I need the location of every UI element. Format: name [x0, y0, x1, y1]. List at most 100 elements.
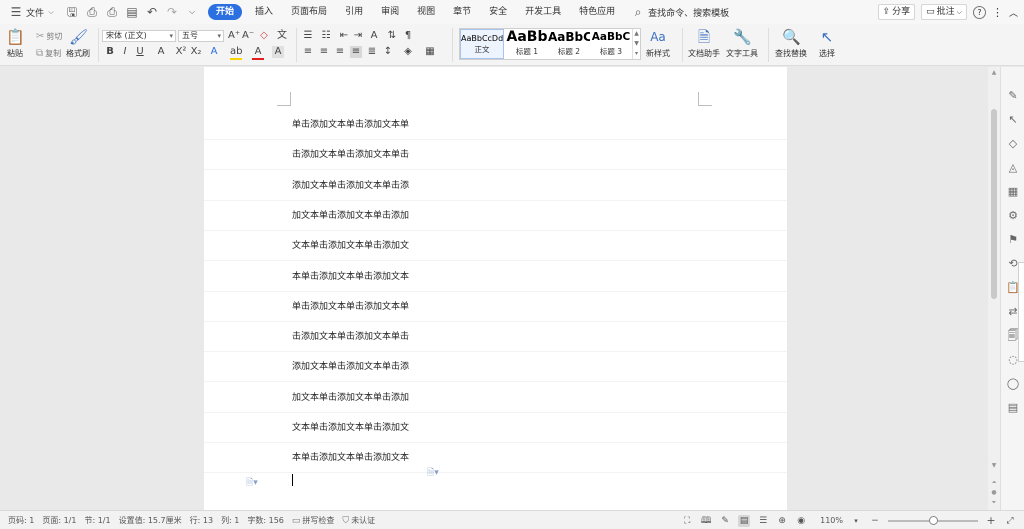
document-page[interactable]	[204, 67, 787, 510]
document-text-line[interactable]: 击添加文本单击添加文本单击	[292, 147, 409, 160]
pen-mode-icon[interactable]: ✎	[719, 515, 731, 527]
underline-icon[interactable]: U	[134, 46, 146, 58]
paste-button[interactable]: 📋 粘贴	[6, 28, 25, 59]
select-cursor-icon[interactable]: ↖	[1006, 113, 1020, 127]
paste-options-icon[interactable]: 🗎▾	[246, 475, 258, 491]
customize-icon[interactable]: ⌵	[185, 5, 199, 19]
document-text-line[interactable]: 击添加文本单击添加文本单击	[292, 329, 409, 342]
zoom-slider-knob[interactable]	[928, 515, 938, 525]
style-heading-2[interactable]: AaBbC 标题 2	[548, 29, 590, 59]
shapes-icon[interactable]: ◇	[1006, 137, 1020, 151]
decrease-indent-icon[interactable]: ⇤	[338, 30, 350, 42]
certification-status[interactable]: ⛉ 未认证	[342, 515, 375, 526]
phonetic-icon[interactable]: 文	[276, 30, 288, 42]
undo-icon[interactable]: ↶	[145, 5, 159, 19]
style-icon[interactable]: ◬	[1006, 161, 1020, 175]
scroll-up-icon[interactable]: ▲	[988, 69, 1000, 76]
style-normal[interactable]: AaBbCcDd 正文	[460, 29, 504, 59]
chinese-layout-icon[interactable]: A	[368, 30, 380, 42]
document-text-line[interactable]: 本单击添加文本单击添加文本	[292, 269, 409, 282]
grow-font-icon[interactable]: A⁺	[228, 30, 240, 42]
vertical-scrollbar[interactable]: ▲ ▼ ⏶ ● ⏷	[988, 67, 1000, 510]
find-replace-button[interactable]: 🔍 查找替换	[775, 28, 807, 59]
increase-indent-icon[interactable]: ⇥	[352, 30, 364, 42]
tab-view[interactable]: 视图	[408, 0, 444, 24]
tab-home[interactable]: 开始	[208, 4, 243, 20]
numbering-icon[interactable]: ☷	[320, 30, 332, 42]
row-number[interactable]: 行: 13	[190, 515, 213, 526]
share-button[interactable]: ⇪ 分享	[877, 4, 916, 20]
clear-format-icon[interactable]: ◇	[258, 30, 270, 42]
shrink-font-icon[interactable]: A⁻	[242, 30, 254, 42]
tab-special[interactable]: 特色应用	[570, 0, 624, 24]
align-center-icon[interactable]: ≡	[318, 46, 330, 58]
doc-assistant-button[interactable]: 🗎 文档助手	[688, 28, 720, 59]
zoom-level[interactable]: 110%	[820, 516, 843, 525]
document-text-line[interactable]: 添加文本单击添加文本单击添	[292, 178, 409, 191]
section-number[interactable]: 节: 1/1	[84, 515, 110, 526]
tab-references[interactable]: 引用	[336, 0, 372, 24]
read-mode-icon[interactable]: 🕮	[700, 515, 712, 527]
side-panel-expand-tab[interactable]	[1018, 262, 1024, 362]
print-preview-icon[interactable]: ▤	[125, 5, 139, 19]
line-spacing-icon[interactable]: ↕	[382, 46, 394, 58]
style-heading-3[interactable]: AaBbC 标题 3	[590, 29, 632, 59]
sort-icon[interactable]: ⇅	[386, 30, 398, 42]
column-number[interactable]: 列: 1	[221, 515, 239, 526]
bold-icon[interactable]: B	[104, 46, 116, 58]
help-panel-icon[interactable]: ◯	[1006, 377, 1020, 391]
style-heading-1[interactable]: AaBb 标题 1	[506, 29, 548, 59]
settings-icon[interactable]: ⚙	[1006, 209, 1020, 223]
document-text-line[interactable]: 添加文本单击添加文本单击添	[292, 359, 409, 372]
document-text-line[interactable]: 文本单击添加文本单击添加文	[292, 238, 409, 251]
text-effect-icon[interactable]: A	[208, 46, 220, 58]
text-tools-button[interactable]: 🔧 文字工具	[726, 28, 758, 59]
outline-view-icon[interactable]: ☰	[757, 515, 769, 527]
zoom-menu-icon[interactable]: ▾	[850, 515, 862, 527]
char-shading-icon[interactable]: A	[272, 46, 284, 58]
navigation-icon[interactable]: ⚑	[1006, 233, 1020, 247]
collapse-ribbon-icon[interactable]: ︿	[1009, 6, 1018, 19]
redo-icon[interactable]: ↷	[165, 5, 179, 19]
comment-button[interactable]: ▭ 批注 ⌵	[921, 4, 967, 20]
save-icon[interactable]: 🖫	[65, 5, 79, 19]
help-icon[interactable]: ?	[972, 5, 986, 19]
document-text-line[interactable]: 加文本单击添加文本单击添加	[292, 208, 409, 221]
font-name-select[interactable]: 宋体 (正文) ▾	[102, 30, 176, 42]
file-menu[interactable]: ☰ 文件 ⌵	[6, 0, 58, 24]
new-style-button[interactable]: Aa 新样式	[646, 28, 670, 59]
print-icon[interactable]: ⎙	[105, 5, 119, 19]
zoom-slider[interactable]	[888, 515, 978, 525]
tab-page-layout[interactable]: 页面布局	[282, 0, 336, 24]
prev-page-icon[interactable]: ⏶	[988, 479, 1000, 487]
select-button[interactable]: ↖ 选择	[818, 28, 836, 59]
subscript-icon[interactable]: X₂	[190, 46, 202, 58]
zoom-out-icon[interactable]: −	[869, 515, 881, 527]
tab-chapter[interactable]: 章节	[444, 0, 480, 24]
spell-check-button[interactable]: ▭ 拼写检查	[292, 515, 335, 526]
align-left-icon[interactable]: ≡	[302, 46, 314, 58]
next-page-icon[interactable]: ⏷	[988, 499, 1000, 507]
pen-icon[interactable]: ✎	[1006, 89, 1020, 103]
browse-object-icon[interactable]: ●	[988, 489, 1000, 496]
table-icon[interactable]: ▦	[1006, 185, 1020, 199]
style-gallery-scroll[interactable]: ▲ ▼ ▾	[632, 29, 640, 59]
document-text-line[interactable]: 单击添加文本单击添加文本单	[292, 117, 409, 130]
align-right-icon[interactable]: ≡	[334, 46, 346, 58]
highlight-icon[interactable]: ab	[230, 46, 242, 60]
word-count[interactable]: 字数: 156	[247, 515, 284, 526]
font-color-icon[interactable]: A	[252, 46, 264, 60]
borders-icon[interactable]: ▦	[424, 46, 436, 58]
zoom-in-icon[interactable]: +	[985, 514, 997, 527]
distributed-icon[interactable]: ≣	[366, 46, 378, 58]
export-pdf-icon[interactable]: ⎙	[85, 5, 99, 19]
format-painter-button[interactable]: 🖌 格式刷	[66, 28, 90, 59]
web-view-icon[interactable]: ⊕	[776, 515, 788, 527]
superscript-icon[interactable]: X²	[175, 46, 187, 58]
bullets-icon[interactable]: ☰	[302, 30, 314, 42]
tab-developer[interactable]: 开发工具	[516, 0, 570, 24]
paste-options-icon[interactable]: 🗎▾	[427, 465, 439, 481]
document-text-line[interactable]: 加文本单击添加文本单击添加	[292, 390, 409, 403]
document-text-line[interactable]: 单击添加文本单击添加文本单	[292, 299, 409, 312]
page-number[interactable]: 页码: 1	[8, 515, 34, 526]
